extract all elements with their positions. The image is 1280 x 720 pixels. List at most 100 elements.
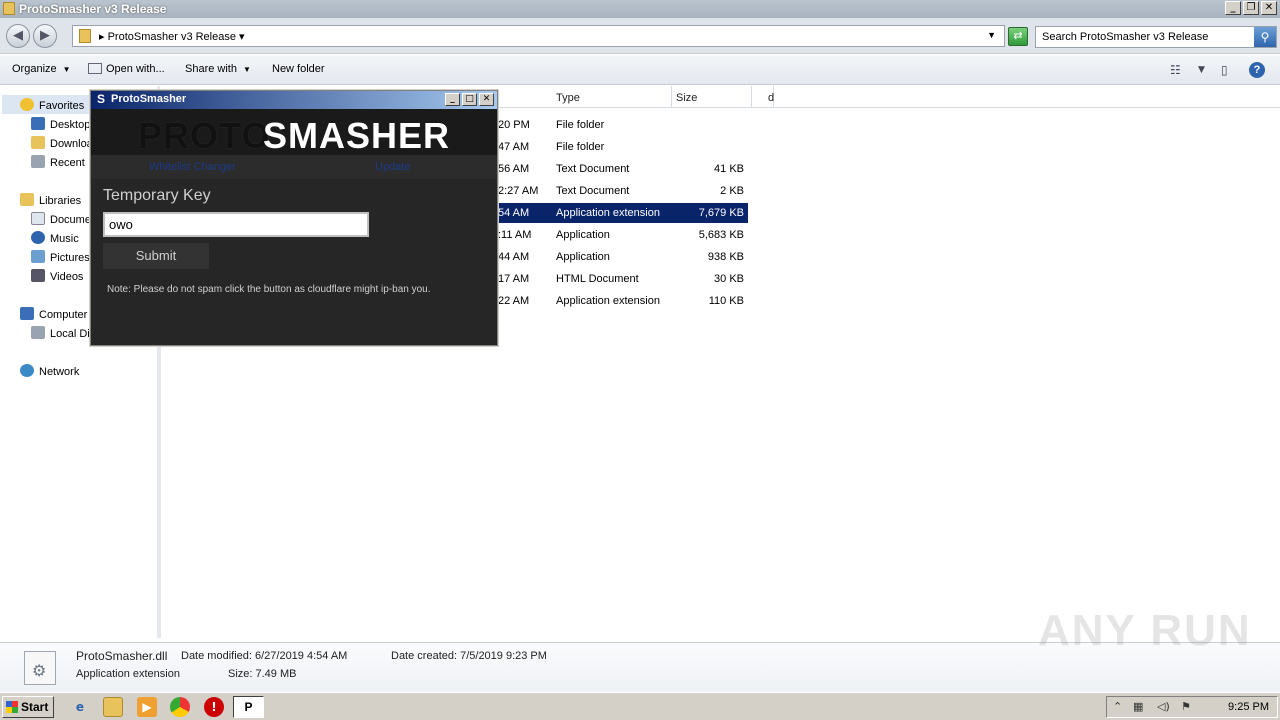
network-icon xyxy=(20,364,34,377)
nav-recent[interactable]: Recent xyxy=(31,155,85,169)
temporary-key-label: Temporary Key xyxy=(103,187,211,204)
internet-explorer-icon[interactable]: e xyxy=(70,697,90,717)
pictures-icon xyxy=(31,250,45,263)
file-row[interactable]: 47 AM File folder xyxy=(498,137,748,157)
chrome-icon[interactable] xyxy=(170,697,190,717)
file-row[interactable]: 17 AM HTML Document 30 KB xyxy=(498,269,748,289)
file-row[interactable]: 44 AM Application 938 KB xyxy=(498,247,748,267)
file-row-selected[interactable]: 54 AM Application extension 7,679 KB xyxy=(498,203,748,223)
back-button[interactable]: ◀ xyxy=(6,24,30,48)
help-icon[interactable]: ? xyxy=(1249,62,1265,78)
libraries-icon xyxy=(20,193,34,206)
details-file-name: ProtoSmasher.dll xyxy=(76,649,168,663)
protosmasher-window: S ProtoSmasher _ □ ✕ PROTO SMASHER White… xyxy=(90,90,498,346)
app-icon: S xyxy=(97,92,106,106)
details-date-created: Date created: 7/5/2019 9:23 PM xyxy=(391,650,547,662)
network-tray-icon[interactable]: ▦ xyxy=(1133,700,1143,713)
nav-network[interactable]: Network xyxy=(20,364,79,378)
command-toolbar: Organize ▼ Open with... Share with ▼ New f… xyxy=(0,55,1280,85)
flag-icon[interactable]: ⚑ xyxy=(1181,700,1191,713)
nav-local-disk[interactable]: Local Di xyxy=(31,326,90,340)
downloads-icon xyxy=(31,136,45,149)
breadcrumb[interactable]: ProtoSmasher v3 Release xyxy=(108,31,236,43)
windows-logo-icon xyxy=(6,701,18,713)
documents-icon xyxy=(31,212,45,225)
taskbar-protosmasher-item[interactable]: P xyxy=(233,696,264,718)
nav-computer[interactable]: Computer xyxy=(20,307,87,321)
nav-downloads[interactable]: Downloa xyxy=(31,136,93,150)
recent-places-icon xyxy=(31,155,45,168)
folder-icon xyxy=(3,2,15,15)
dialog-minimize-button[interactable]: _ xyxy=(445,93,460,106)
dialog-titlebar: S ProtoSmasher _ □ ✕ xyxy=(91,91,497,109)
search-input[interactable]: Search ProtoSmasher v3 Release ⚲ xyxy=(1035,26,1277,48)
minimize-button[interactable]: _ xyxy=(1225,1,1241,15)
file-row[interactable]: :11 AM Application 5,683 KB xyxy=(498,225,748,245)
details-size: Size: 7.49 MB xyxy=(228,668,297,680)
file-row[interactable]: 22 AM Application extension 110 KB xyxy=(498,291,748,311)
dialog-close-button[interactable]: ✕ xyxy=(479,93,494,106)
star-icon xyxy=(20,98,34,111)
temporary-key-input[interactable]: owo xyxy=(103,212,369,237)
view-options-icon[interactable]: ☷ xyxy=(1170,63,1181,77)
start-button[interactable]: Start xyxy=(2,696,54,718)
tab-update[interactable]: Update xyxy=(375,161,410,173)
music-icon xyxy=(31,231,45,244)
dialog-note: Note: Please do not spam click the butto… xyxy=(107,284,431,295)
nav-documents[interactable]: Docume xyxy=(31,212,91,226)
details-date-modified: Date modified: 6/27/2019 4:54 AM xyxy=(181,650,348,662)
organize-menu[interactable]: Organize ▼ xyxy=(12,63,71,75)
column-header-size[interactable]: Size xyxy=(671,86,752,108)
dialog-tabs: Whitelist Changer Update xyxy=(91,155,497,179)
refresh-button[interactable]: ⇄ xyxy=(1008,27,1028,46)
search-icon[interactable]: ⚲ xyxy=(1254,27,1276,47)
opera-icon[interactable]: ! xyxy=(204,697,224,717)
videos-icon xyxy=(31,269,45,282)
address-bar[interactable]: ▸ ProtoSmasher v3 Release ▾ ▼ xyxy=(72,25,1005,47)
submit-button[interactable]: Submit xyxy=(103,243,209,269)
explorer-icon[interactable] xyxy=(103,697,123,717)
dialog-maximize-button[interactable]: □ xyxy=(462,93,477,106)
app-logo: PROTO SMASHER xyxy=(91,109,497,156)
chevron-up-icon[interactable]: ⌃ xyxy=(1113,700,1122,713)
details-file-type: Application extension xyxy=(76,668,180,680)
nav-desktop[interactable]: Desktop xyxy=(31,117,90,131)
system-tray: ⌃ ▦ ◁) ⚑ 9:25 PM xyxy=(1106,696,1278,718)
file-row[interactable]: 56 AM Text Document 41 KB xyxy=(498,159,748,179)
disk-icon xyxy=(31,326,45,339)
maximize-button[interactable]: ❐ xyxy=(1243,1,1259,15)
forward-button[interactable]: ▶ xyxy=(33,24,57,48)
open-with-button[interactable]: Open with... xyxy=(88,63,165,75)
file-row[interactable]: 2:27 AM Text Document 2 KB xyxy=(498,181,748,201)
search-placeholder: Search ProtoSmasher v3 Release xyxy=(1042,31,1209,43)
window-titlebar: ProtoSmasher v3 Release _ ❐ ✕ xyxy=(0,0,1280,18)
window-icon xyxy=(88,63,102,74)
preview-pane-icon[interactable]: ▯ xyxy=(1221,63,1228,77)
watermark-logo: ANY RUN xyxy=(1038,606,1252,655)
new-folder-button[interactable]: New folder xyxy=(272,63,325,75)
speaker-icon[interactable]: ◁) xyxy=(1157,700,1170,713)
chevron-down-icon[interactable]: ▼ xyxy=(1198,65,1205,75)
file-row[interactable]: 20 PM File folder xyxy=(498,115,748,135)
folder-icon xyxy=(79,29,91,43)
nav-libraries[interactable]: Libraries xyxy=(20,193,81,207)
gear-icon: ⚙ xyxy=(32,661,47,680)
clock[interactable]: 9:25 PM xyxy=(1228,701,1269,713)
chevron-down-icon[interactable]: ▼ xyxy=(987,30,996,40)
dialog-title: ProtoSmasher xyxy=(111,93,187,105)
desktop-icon xyxy=(31,117,45,130)
column-header-type[interactable]: Type xyxy=(551,86,672,108)
media-player-icon[interactable]: ▶ xyxy=(137,697,157,717)
taskbar: Start e ▶ ! P ⌃ ▦ ◁) ⚑ 9:25 PM xyxy=(0,692,1280,720)
close-button[interactable]: ✕ xyxy=(1261,1,1277,15)
nav-favorites[interactable]: Favorites xyxy=(20,98,84,112)
window-title: ProtoSmasher v3 Release xyxy=(19,2,167,16)
nav-pictures[interactable]: Pictures xyxy=(31,250,90,264)
address-row: ◀ ▶ ▸ ProtoSmasher v3 Release ▾ ▼ ⇄ Sear… xyxy=(0,18,1280,54)
computer-icon xyxy=(20,307,34,320)
dll-file-icon: ⚙ xyxy=(24,651,56,685)
tab-whitelist-changer[interactable]: Whitelist Changer xyxy=(149,161,236,173)
nav-videos[interactable]: Videos xyxy=(31,269,83,283)
share-with-menu[interactable]: Share with ▼ xyxy=(185,63,251,75)
nav-music[interactable]: Music xyxy=(31,231,79,245)
